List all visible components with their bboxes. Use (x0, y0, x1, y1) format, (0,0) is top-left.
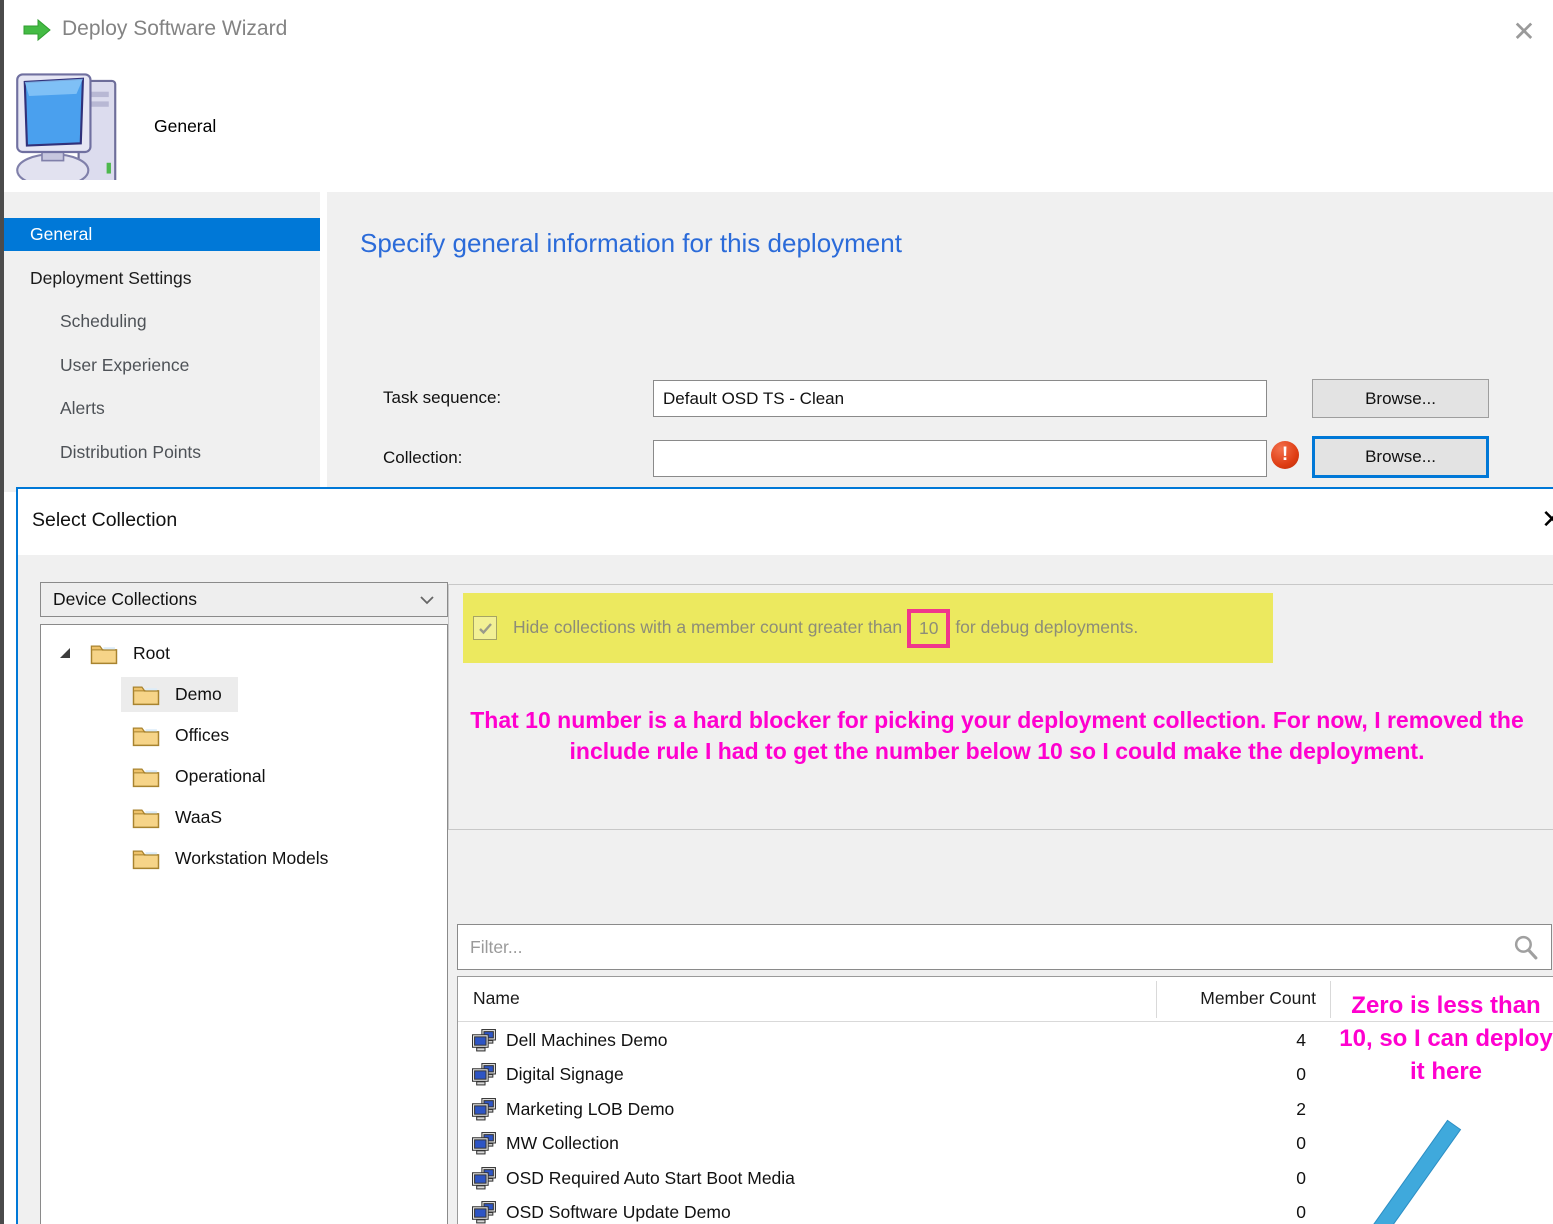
member-count: 0 (1088, 1202, 1306, 1223)
collection-label: Collection: (383, 448, 462, 468)
collection-icon (472, 1063, 497, 1086)
annotation-arrow (1282, 1113, 1482, 1224)
computer-icon (14, 68, 126, 180)
member-count: 4 (1088, 1030, 1306, 1051)
sidebar-step-item[interactable]: Deployment Settings (4, 262, 320, 295)
tree-item[interactable]: Demo (41, 674, 447, 715)
collection-input[interactable] (653, 440, 1267, 477)
sidebar-step-item[interactable]: General (4, 218, 320, 251)
dialog-title: Select Collection (32, 509, 177, 532)
column-header-name[interactable]: Name (473, 988, 520, 1009)
collection-name: Digital Signage (506, 1064, 624, 1085)
hide-collections-checkbox (473, 616, 497, 640)
task-sequence-browse-button[interactable]: Browse... (1312, 379, 1489, 418)
folder-icon (89, 641, 119, 666)
sidebar-step-label: User Experience (60, 355, 189, 375)
annotation-blocker-note: That 10 number is a hard blocker for pic… (469, 705, 1525, 767)
select-collection-dialog: Select Collection ✕ Device Collections (16, 487, 1553, 1224)
tree-item-label: Offices (175, 725, 229, 746)
tree-item-label: Root (133, 643, 170, 664)
sidebar-step-label: Scheduling (60, 311, 147, 331)
title-bar: Deploy Software Wizard ✕ (4, 0, 1553, 62)
filter-field (457, 924, 1552, 970)
tree-item-root[interactable]: Root (41, 633, 447, 674)
scope-dropdown-value: Device Collections (53, 589, 197, 610)
column-separator[interactable] (1156, 981, 1157, 1018)
annotation-pink-value-box: 10 (907, 609, 950, 648)
sidebar-step-label: Alerts (60, 398, 105, 418)
member-count: 0 (1088, 1168, 1306, 1189)
sidebar-step-label: Distribution Points (60, 442, 201, 462)
member-count: 0 (1088, 1064, 1306, 1085)
collection-name: OSD Required Auto Start Boot Media (506, 1168, 795, 1189)
sidebar-divider (320, 192, 327, 492)
annotation-yellow-highlight: Hide collections with a member count gre… (463, 593, 1273, 663)
collection-scope-dropdown[interactable]: Device Collections (40, 582, 448, 617)
folder-icon (131, 764, 161, 789)
chevron-down-icon (419, 595, 435, 605)
filter-input[interactable] (458, 925, 1522, 969)
folder-icon (131, 723, 161, 748)
annotation-deploy-note: Zero is less than 10, so I can deploy it… (1334, 989, 1553, 1088)
wizard-green-arrow-icon (22, 16, 52, 44)
tree-item[interactable]: Offices (41, 715, 447, 756)
folder-icon (131, 682, 161, 707)
collection-browse-button[interactable]: Browse... (1312, 436, 1489, 478)
sidebar-step-item[interactable]: Scheduling (4, 305, 320, 338)
member-count: 2 (1088, 1099, 1306, 1120)
folder-icon (131, 846, 161, 871)
sidebar-step-item[interactable]: Distribution Points (4, 436, 320, 469)
folder-icon (131, 805, 161, 830)
tree-item-label: WaaS (175, 807, 222, 828)
sidebar-step-label: General (30, 224, 92, 244)
collection-folder-tree: Root (40, 624, 448, 1224)
tree-item[interactable]: Workstation Models (41, 838, 447, 879)
dialog-close-button[interactable]: ✕ (1534, 501, 1553, 537)
debug-rule-panel: Hide collections with a member count gre… (448, 584, 1553, 830)
collection-name: Marketing LOB Demo (506, 1099, 674, 1120)
collection-icon (472, 1201, 497, 1224)
tree-children: Demo (41, 674, 447, 879)
window-edge (0, 0, 4, 1224)
task-sequence-label: Task sequence: (383, 388, 501, 408)
tree-item[interactable]: WaaS (41, 797, 447, 838)
member-count: 0 (1088, 1133, 1306, 1154)
form-heading: Specify general information for this dep… (360, 228, 902, 259)
tree-item-label: Operational (175, 766, 265, 787)
validation-error-icon: ! (1271, 441, 1299, 469)
tree-item[interactable]: Operational (41, 756, 447, 797)
column-header-member-count[interactable]: Member Count (1098, 988, 1316, 1009)
collection-icon (472, 1167, 497, 1190)
tree-item-label: Workstation Models (175, 848, 328, 869)
sidebar-step-label: Deployment Settings (30, 268, 191, 288)
tree-expander-icon[interactable] (60, 648, 71, 659)
dialog-body: Device Collections (18, 555, 1553, 1224)
collection-name: MW Collection (506, 1133, 619, 1154)
task-sequence-input[interactable] (653, 380, 1267, 417)
collection-name: OSD Software Update Demo (506, 1202, 731, 1223)
sidebar-step-item[interactable]: User Experience (4, 349, 320, 382)
sidebar-step-item[interactable]: Alerts (4, 392, 320, 425)
window-title: Deploy Software Wizard (62, 17, 287, 41)
collection-name: Dell Machines Demo (506, 1030, 667, 1051)
tree-item-label: Demo (175, 684, 222, 705)
column-separator[interactable] (1330, 981, 1331, 1018)
deploy-software-wizard-window: Deploy Software Wizard ✕ General General… (0, 0, 1553, 1224)
collection-icon (472, 1132, 497, 1155)
collection-icon (472, 1029, 497, 1052)
wizard-step-sidebar: General Deployment Settings Scheduling U… (4, 192, 320, 479)
hide-collections-checkbox-label: Hide collections with a member count gre… (513, 609, 1138, 648)
window-close-button[interactable]: ✕ (1502, 10, 1546, 52)
wizard-page-title: General (154, 116, 216, 137)
collection-icon (472, 1098, 497, 1121)
search-icon (1512, 934, 1539, 961)
